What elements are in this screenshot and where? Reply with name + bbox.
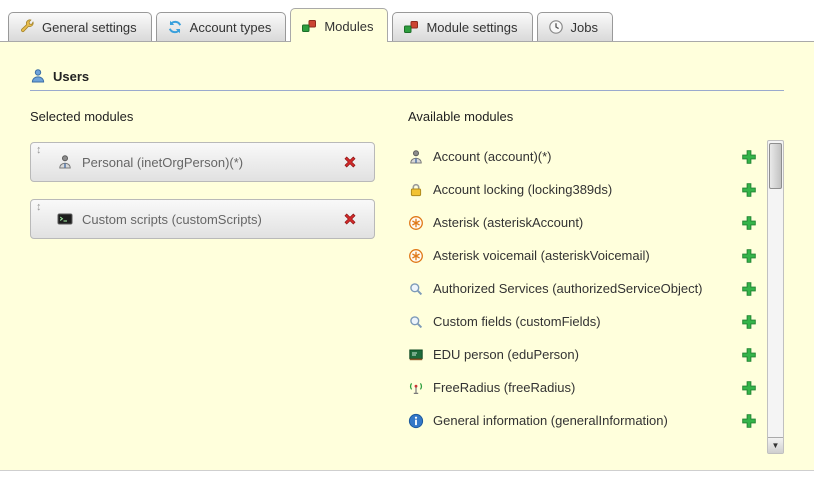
available-module-item: Account locking (locking389ds) <box>408 173 763 206</box>
lock-icon <box>408 182 424 198</box>
users-icon <box>30 68 46 84</box>
add-module-button[interactable] <box>741 149 757 165</box>
tab-label: Jobs <box>571 20 598 35</box>
available-modules-wrap: Account (account)(*) Account locking (loc… <box>408 140 784 454</box>
add-module-button[interactable] <box>741 380 757 396</box>
add-module-button[interactable] <box>741 215 757 231</box>
tab-label: Modules <box>324 19 373 34</box>
available-module-item: Asterisk (asteriskAccount) <box>408 206 763 239</box>
available-module-item: Asterisk voicemail (asteriskVoicemail) <box>408 239 763 272</box>
selected-module-item[interactable]: ↕ Personal (inetOrgPerson)(*) <box>30 142 375 182</box>
section-heading: Users <box>30 68 784 91</box>
available-module-label: FreeRadius (freeRadius) <box>433 380 575 395</box>
terminal-icon <box>57 211 73 227</box>
config-window: General settings Account types Modules Modu… <box>0 0 814 478</box>
add-module-button[interactable] <box>741 413 757 429</box>
asterisk-icon <box>408 248 424 264</box>
tab-account-types[interactable]: Account types <box>156 12 287 41</box>
add-module-button[interactable] <box>741 182 757 198</box>
available-module-label: Custom fields (customFields) <box>433 314 601 329</box>
available-modules-heading: Available modules <box>408 109 784 124</box>
add-module-button[interactable] <box>741 347 757 363</box>
add-module-button[interactable] <box>741 248 757 264</box>
user-icon <box>57 154 73 170</box>
tab-modules[interactable]: Modules <box>290 8 388 42</box>
search-icon <box>408 281 424 297</box>
available-module-item: General information (generalInformation) <box>408 404 763 437</box>
tab-label: Account types <box>190 20 272 35</box>
available-module-label: Asterisk (asteriskAccount) <box>433 215 583 230</box>
selected-module-item[interactable]: ↕ Custom scripts (customScripts) <box>30 199 375 239</box>
remove-module-button[interactable] <box>342 211 358 227</box>
available-module-label: EDU person (eduPerson) <box>433 347 579 362</box>
modules-icon <box>403 19 419 35</box>
drag-handle-icon[interactable]: ↕ <box>36 201 42 213</box>
clock-icon <box>548 19 564 35</box>
available-modules-column: Available modules Account (account)(*)Ac… <box>408 109 784 454</box>
tab-bar: General settings Account types Modules Modu… <box>0 0 814 42</box>
available-module-item: FreeRadius (freeRadius) <box>408 371 763 404</box>
selected-modules-heading: Selected modules <box>30 109 408 124</box>
info-icon <box>408 413 424 429</box>
tab-label: Module settings <box>426 20 517 35</box>
search-icon <box>408 314 424 330</box>
scrollbar[interactable]: ▼ <box>767 140 784 454</box>
selected-modules-column: Selected modules ↕ Personal (inetOrgPerso… <box>30 109 408 454</box>
available-module-item: Account (account)(*) <box>408 140 763 173</box>
selected-module-label: Custom scripts (customScripts) <box>82 212 342 227</box>
remove-module-button[interactable] <box>342 154 358 170</box>
available-module-item: Authorized Services (authorizedServiceOb… <box>408 272 763 305</box>
modules-icon <box>301 18 317 34</box>
available-modules-list: Account (account)(*) Account locking (loc… <box>408 140 767 454</box>
user-icon <box>408 149 424 165</box>
available-module-label: Authorized Services (authorizedServiceOb… <box>433 281 703 296</box>
scroll-down-button[interactable]: ▼ <box>768 437 783 453</box>
modules-tab-content: Users Selected modules ↕ Personal (inetOr… <box>0 42 814 471</box>
selected-module-label: Personal (inetOrgPerson)(*) <box>82 155 342 170</box>
tab-general-settings[interactable]: General settings <box>8 12 152 41</box>
refresh-icon <box>167 19 183 35</box>
scrollbar-thumb[interactable] <box>769 143 782 189</box>
available-module-label: Asterisk voicemail (asteriskVoicemail) <box>433 248 650 263</box>
tab-label: General settings <box>42 20 137 35</box>
available-module-label: Account locking (locking389ds) <box>433 182 612 197</box>
asterisk-icon <box>408 215 424 231</box>
wrench-icon <box>19 19 35 35</box>
available-module-label: General information (generalInformation) <box>433 413 668 428</box>
available-module-item: Custom fields (customFields) <box>408 305 763 338</box>
tab-module-settings[interactable]: Module settings <box>392 12 532 41</box>
module-columns: Selected modules ↕ Personal (inetOrgPerso… <box>30 109 784 454</box>
add-module-button[interactable] <box>741 281 757 297</box>
section-title: Users <box>53 69 89 84</box>
drag-handle-icon[interactable]: ↕ <box>36 144 42 156</box>
available-module-label: Account (account)(*) <box>433 149 552 164</box>
tab-jobs[interactable]: Jobs <box>537 12 613 41</box>
selected-modules-list: ↕ Personal (inetOrgPerson)(*) ↕ Custom scri… <box>30 142 408 239</box>
education-icon <box>408 347 424 363</box>
available-module-item: EDU person (eduPerson) <box>408 338 763 371</box>
add-module-button[interactable] <box>741 314 757 330</box>
radio-icon <box>408 380 424 396</box>
